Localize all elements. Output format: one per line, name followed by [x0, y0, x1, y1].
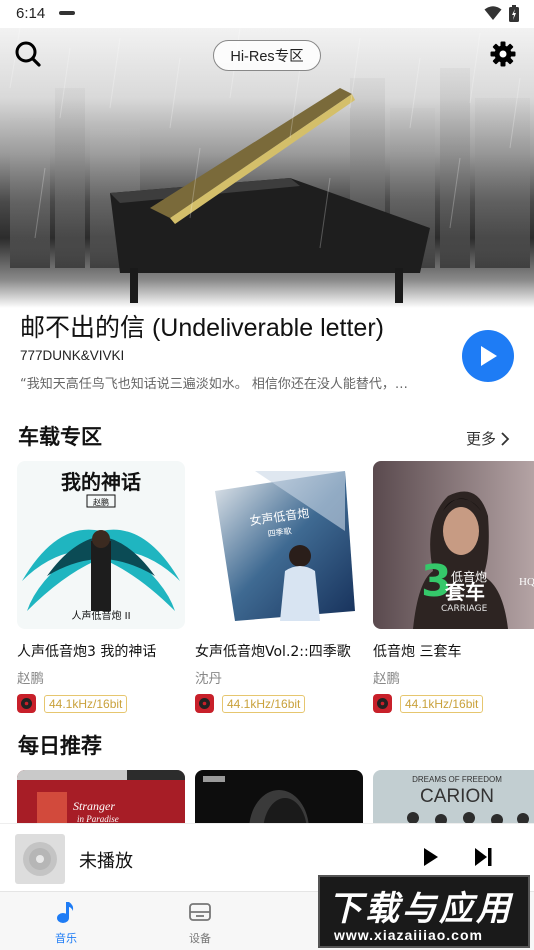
mini-cover: [15, 834, 65, 884]
album-artist: 赵鹏: [17, 671, 44, 687]
nav-item-device[interactable]: 设备: [170, 900, 230, 946]
quality-badge: 44.1kHz/16bit: [400, 694, 484, 713]
album-card[interactable]: 女声低音炮 四季歌 女声低音炮Vol.2::四季歌 沈丹 44.1kHz/16b…: [195, 461, 363, 713]
daily-section-title: 每日推荐: [18, 734, 102, 758]
svg-text:CARION: CARION: [420, 786, 494, 807]
watermark-logo: 下载与应用 www.xiazaiiiao.com: [318, 875, 530, 948]
album-title: 低音炮 三套车: [373, 644, 462, 660]
daily-cover[interactable]: [195, 770, 363, 830]
battery-icon: [509, 5, 519, 22]
svg-text:DREAMS OF FREEDOM: DREAMS OF FREEDOM: [412, 775, 502, 784]
svg-text:套车: 套车: [445, 580, 485, 604]
album-card[interactable]: 我的神话 赵鹏 人声低音炮 II 人声低音炮3 我的神话 赵鹏 44.1kHz/…: [17, 461, 185, 713]
play-icon[interactable]: [421, 846, 441, 868]
watermark-url: www.xiazaiiiao.com: [334, 927, 483, 943]
hq-vinyl-icon: [17, 694, 36, 713]
quality-badge: 44.1kHz/16bit: [44, 694, 128, 713]
chevron-right-icon: [501, 431, 510, 446]
svg-text:Stranger: Stranger: [73, 799, 115, 813]
album-artist: 沈丹: [195, 671, 222, 687]
car-section-title: 车载专区: [18, 425, 102, 449]
album-title: 女声低音炮Vol.2::四季歌: [195, 644, 351, 660]
disc-icon: [23, 842, 57, 876]
featured-song-quote: “我知天高任鸟飞也知话说三遍淡如水。 相信你还在没人能替代，…: [20, 377, 408, 392]
status-time: 6:14: [16, 5, 46, 22]
nav-label-device: 设备: [189, 932, 211, 945]
hires-zone-button[interactable]: Hi-Res专区: [213, 40, 321, 71]
mini-player-title: 未播放: [79, 851, 133, 872]
album-card[interactable]: 3 低音炮 套车 CARRIAGE HQ 低音炮 三套车 赵鹏 44.1kHz/…: [373, 461, 534, 713]
wifi-icon: [484, 6, 502, 20]
play-button[interactable]: [462, 330, 514, 382]
quality-badge: 44.1kHz/16bit: [222, 694, 306, 713]
album-cover: 3 低音炮 套车 CARRIAGE HQ: [373, 461, 534, 629]
hq-vinyl-icon: [195, 694, 214, 713]
nav-item-music[interactable]: 音乐: [36, 900, 96, 946]
nav-label-music: 音乐: [55, 932, 77, 945]
status-bar: 6:14: [0, 0, 534, 28]
more-label: 更多: [466, 430, 497, 448]
search-icon[interactable]: [14, 40, 42, 68]
more-link[interactable]: 更多: [466, 428, 510, 449]
svg-text:我的神话: 我的神话: [61, 470, 141, 494]
svg-text:CARRIAGE: CARRIAGE: [441, 604, 488, 614]
device-icon: [189, 903, 211, 921]
play-icon: [481, 346, 497, 366]
daily-cover[interactable]: DREAMS OF FREEDOM CARION: [373, 770, 534, 830]
album-cover: 我的神话 赵鹏 人声低音炮 II: [17, 461, 185, 629]
gear-icon[interactable]: [489, 40, 517, 68]
notification-icon: [59, 11, 75, 15]
svg-text:赵鹏: 赵鹏: [93, 497, 109, 507]
featured-song-title[interactable]: 邮不出的信 (Undeliverable letter): [20, 308, 384, 344]
featured-song-artist: 777DUNK&VIVKI: [20, 348, 125, 363]
album-cover: 女声低音炮 四季歌: [195, 461, 363, 629]
skip-next-icon[interactable]: [472, 846, 494, 868]
music-note-icon: [57, 902, 74, 923]
album-artist: 赵鹏: [373, 671, 400, 687]
hq-vinyl-icon: [373, 694, 392, 713]
svg-text:人声低音炮 II: 人声低音炮 II: [71, 609, 130, 622]
svg-text:HQ: HQ: [519, 576, 534, 588]
album-title: 人声低音炮3 我的神话: [17, 644, 157, 660]
watermark-title: 下载与应用: [328, 889, 513, 929]
daily-cover[interactable]: Stranger in Paradise: [17, 770, 185, 830]
